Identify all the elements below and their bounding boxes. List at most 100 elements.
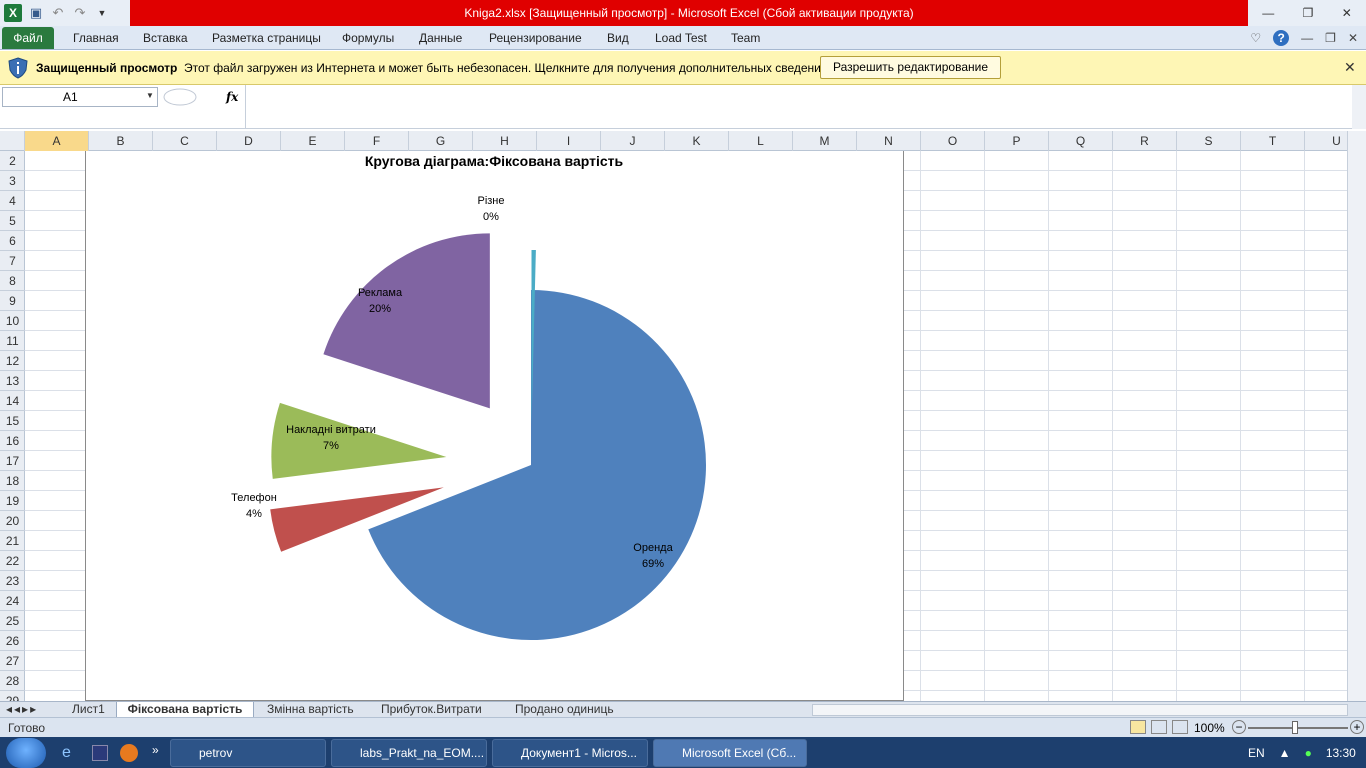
row-header[interactable]: 23 (0, 571, 25, 591)
row-header[interactable]: 22 (0, 551, 25, 571)
app-icon[interactable] (92, 745, 108, 761)
pie-chart[interactable]: Оренда 69% Телефон 4% Накладні витрати 7% Рекл… (85, 151, 904, 701)
column-header[interactable]: P (985, 131, 1049, 151)
taskbar-item-word-doc[interactable]: Документ1 - Micros... (492, 739, 648, 767)
row-header[interactable]: 26 (0, 631, 25, 651)
network-icon[interactable]: ● (1305, 746, 1312, 760)
tab-formulas[interactable]: Формулы (342, 26, 394, 50)
row-header[interactable]: 14 (0, 391, 25, 411)
minimize-ribbon-icon[interactable]: ♡ (1250, 31, 1261, 45)
zoom-level[interactable]: 100% (1194, 721, 1225, 735)
column-header[interactable]: E (281, 131, 345, 151)
column-header[interactable]: R (1113, 131, 1177, 151)
column-header[interactable]: D (217, 131, 281, 151)
column-header[interactable]: L (729, 131, 793, 151)
select-all-corner[interactable] (0, 131, 25, 151)
column-header[interactable]: J (601, 131, 665, 151)
zoom-slider-thumb[interactable] (1292, 721, 1298, 734)
row-header[interactable]: 21 (0, 531, 25, 551)
row-header[interactable]: 16 (0, 431, 25, 451)
column-header[interactable]: G (409, 131, 473, 151)
customize-qat-icon[interactable]: ▼ (94, 5, 110, 21)
row-header[interactable]: 6 (0, 231, 25, 251)
column-header[interactable]: N (857, 131, 921, 151)
column-header[interactable]: O (921, 131, 985, 151)
column-header[interactable]: M (793, 131, 857, 151)
taskbar-item-word-labs[interactable]: labs_Prakt_na_EOM.... (331, 739, 487, 767)
row-header[interactable]: 8 (0, 271, 25, 291)
enable-editing-button[interactable]: Разрешить редактирование (820, 56, 1001, 79)
row-header[interactable]: 10 (0, 311, 25, 331)
row-header[interactable]: 17 (0, 451, 25, 471)
tab-data[interactable]: Данные (419, 26, 462, 50)
row-header[interactable]: 7 (0, 251, 25, 271)
taskbar-item-excel[interactable]: Microsoft Excel (Сб... (653, 739, 807, 767)
minimize-icon[interactable]: — (1262, 6, 1274, 20)
row-header[interactable]: 24 (0, 591, 25, 611)
column-header[interactable]: Q (1049, 131, 1113, 151)
name-box[interactable]: A1 (2, 87, 158, 107)
row-header[interactable]: 2 (0, 151, 25, 171)
zoom-in-icon[interactable]: + (1350, 720, 1364, 734)
row-header[interactable]: 4 (0, 191, 25, 211)
pie-slice[interactable] (271, 402, 447, 479)
column-header[interactable]: I (537, 131, 601, 151)
column-header[interactable]: H (473, 131, 537, 151)
row-header[interactable]: 20 (0, 511, 25, 531)
column-header[interactable]: T (1241, 131, 1305, 151)
doc-minimize-icon[interactable]: — (1301, 31, 1313, 45)
help-icon[interactable]: ? (1273, 30, 1290, 46)
zoom-slider[interactable] (1248, 727, 1348, 729)
page-break-view-icon[interactable] (1172, 720, 1188, 734)
sheet-nav-icon[interactable]: ◂◂▸▸ (6, 702, 38, 718)
page-layout-view-icon[interactable] (1151, 720, 1167, 734)
taskbar-item-folder[interactable]: petrov (170, 739, 326, 767)
tab-team[interactable]: Team (731, 26, 760, 50)
close-icon[interactable]: ✕ (1342, 6, 1352, 20)
start-button[interactable] (6, 738, 46, 768)
tab-insert[interactable]: Вставка (143, 26, 188, 50)
sheet-tab[interactable]: Прибуток.Витрати (381, 702, 482, 718)
undo-icon[interactable]: ↶ (50, 5, 66, 21)
sheet-tab[interactable]: Лист1 (72, 702, 105, 718)
vertical-scrollbar[interactable] (1347, 131, 1366, 701)
zoom-out-icon[interactable]: − (1232, 720, 1246, 734)
tab-page-layout[interactable]: Разметка страницы (212, 26, 321, 50)
row-header[interactable]: 15 (0, 411, 25, 431)
protected-view-message[interactable]: Этот файл загружен из Интернета и может … (184, 61, 831, 75)
row-header[interactable]: 5 (0, 211, 25, 231)
formula-expand-scroll[interactable] (1352, 85, 1366, 129)
row-header[interactable]: 13 (0, 371, 25, 391)
restore-icon[interactable]: ❐ (1303, 6, 1314, 20)
row-header[interactable]: 19 (0, 491, 25, 511)
row-header[interactable]: 27 (0, 651, 25, 671)
tab-home[interactable]: Главная (73, 26, 119, 50)
row-header[interactable]: 3 (0, 171, 25, 191)
row-header[interactable]: 12 (0, 351, 25, 371)
doc-restore-icon[interactable]: ❐ (1325, 31, 1336, 45)
row-header[interactable]: 18 (0, 471, 25, 491)
column-header[interactable]: K (665, 131, 729, 151)
tray-arrow-icon[interactable]: ▲ (1279, 746, 1291, 760)
excel-app-icon[interactable]: X (4, 4, 22, 22)
insert-function-icon[interactable]: fx (226, 90, 238, 104)
tab-file[interactable]: Файл (2, 27, 54, 49)
row-header[interactable]: 28 (0, 671, 25, 691)
formula-input[interactable] (245, 85, 1350, 129)
horizontal-scrollbar[interactable] (812, 704, 1348, 716)
firefox-icon[interactable] (120, 744, 138, 762)
more-icon[interactable]: » (152, 743, 159, 757)
redo-icon[interactable]: ↷ (72, 5, 88, 21)
clock[interactable]: 13:30 (1326, 746, 1356, 760)
chevron-down-icon[interactable]: ▼ (146, 91, 154, 100)
doc-close-icon[interactable]: ✕ (1348, 31, 1358, 45)
column-header[interactable]: A (25, 131, 89, 151)
row-header[interactable]: 25 (0, 611, 25, 631)
sheet-tab[interactable]: Продано одиниць (515, 702, 614, 718)
tab-load-test[interactable]: Load Test (655, 26, 707, 50)
column-header[interactable]: B (89, 131, 153, 151)
normal-view-icon[interactable] (1130, 720, 1146, 734)
pie-slice[interactable] (323, 233, 490, 409)
close-icon[interactable]: ✕ (1344, 59, 1356, 76)
save-icon[interactable]: ▣ (28, 5, 44, 21)
